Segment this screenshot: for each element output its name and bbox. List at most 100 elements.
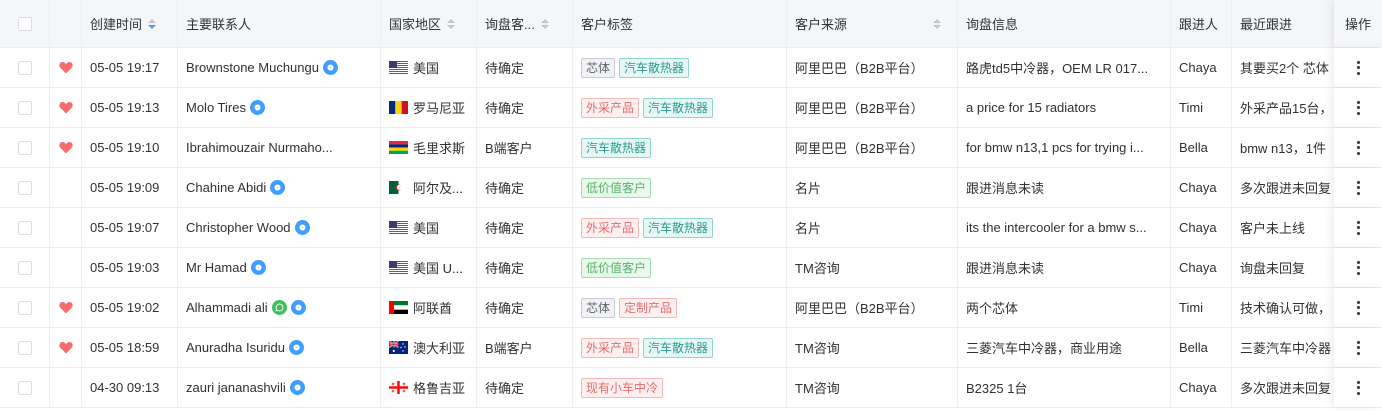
table-row[interactable]: 04-30 09:13 zauri jananashvili 格鲁吉亚 待确定 … xyxy=(0,368,1382,408)
row-favorite-cell[interactable] xyxy=(50,248,82,287)
contact-cell[interactable]: Mr Hamad xyxy=(178,248,381,287)
contact-name[interactable]: Christopher Wood xyxy=(186,220,291,235)
heart-icon[interactable] xyxy=(58,341,73,354)
messenger-icon[interactable] xyxy=(289,380,305,395)
row-checkbox[interactable] xyxy=(17,140,32,155)
heart-icon[interactable] xyxy=(58,141,73,154)
more-actions-icon[interactable] xyxy=(1356,380,1360,395)
whatsapp-icon[interactable] xyxy=(271,300,287,315)
select-all-checkbox[interactable] xyxy=(17,16,32,31)
heart-icon[interactable] xyxy=(58,61,73,74)
heart-icon[interactable] xyxy=(58,101,73,114)
header-country[interactable]: 国家地区 xyxy=(381,0,477,47)
customer-tag: 低价值客户 xyxy=(581,257,652,278)
row-checkbox[interactable] xyxy=(17,300,32,315)
row-select-cell xyxy=(0,48,50,87)
recent-followup: 技术确认可做， xyxy=(1240,301,1332,316)
contact-name[interactable]: Chahine Abidi xyxy=(186,180,266,195)
contact-name[interactable]: Ibrahimouzair Nurmaho... xyxy=(186,140,333,155)
more-actions-icon[interactable] xyxy=(1356,300,1360,315)
created-time: 05-05 18:59 xyxy=(82,328,178,367)
sort-icon[interactable] xyxy=(540,18,549,29)
row-favorite-cell[interactable] xyxy=(50,368,82,407)
more-actions-icon[interactable] xyxy=(1356,60,1360,75)
messenger-icon[interactable] xyxy=(289,340,305,355)
row-favorite-cell[interactable] xyxy=(50,48,82,87)
row-checkbox[interactable] xyxy=(17,100,32,115)
contact-name[interactable]: Brownstone Muchungu xyxy=(186,60,319,75)
contact-cell[interactable]: Alhammadi ali xyxy=(178,288,381,327)
row-actions-cell xyxy=(1334,128,1382,167)
inquiry-stage: 待确定 xyxy=(477,208,573,247)
more-actions-icon[interactable] xyxy=(1356,340,1360,355)
select-all-cell xyxy=(0,0,50,47)
created-time: 05-05 19:03 xyxy=(82,248,178,287)
row-select-cell xyxy=(0,128,50,167)
messenger-icon[interactable] xyxy=(294,220,310,235)
contact-cell[interactable]: zauri jananashvili xyxy=(178,368,381,407)
table-row[interactable]: 05-05 18:59 Anuradha Isuridu 澳大利亚 B端客户 外… xyxy=(0,328,1382,368)
row-checkbox[interactable] xyxy=(17,260,32,275)
table-row[interactable]: 05-05 19:13 Molo Tires 罗马尼亚 待确定 外采产品 汽车散热… xyxy=(0,88,1382,128)
row-checkbox[interactable] xyxy=(17,220,32,235)
recent-followup: 外采产品15台， xyxy=(1240,101,1333,116)
flag-us-icon xyxy=(389,61,408,74)
table-row[interactable]: 05-05 19:10 Ibrahimouzair Nurmaho... 毛里求… xyxy=(0,128,1382,168)
contact-cell[interactable]: Ibrahimouzair Nurmaho... xyxy=(178,128,381,167)
sort-icon[interactable] xyxy=(933,18,942,29)
row-select-cell xyxy=(0,288,50,327)
table-row[interactable]: 05-05 19:17 Brownstone Muchungu 美国 待确定 芯… xyxy=(0,48,1382,88)
row-checkbox[interactable] xyxy=(17,340,32,355)
more-actions-icon[interactable] xyxy=(1356,100,1360,115)
table-row[interactable]: 05-05 19:03 Mr Hamad 美国 U... 待确定 低价值客户 T… xyxy=(0,248,1382,288)
contact-name[interactable]: zauri jananashvili xyxy=(186,380,286,395)
more-actions-icon[interactable] xyxy=(1356,180,1360,195)
inquiry-info: 两个芯体 xyxy=(966,301,1019,316)
sort-icon[interactable] xyxy=(447,18,456,29)
row-actions-cell xyxy=(1334,208,1382,247)
inquiry-info: 跟进消息未读 xyxy=(966,181,1045,196)
contact-cell[interactable]: Christopher Wood xyxy=(178,208,381,247)
customer-source: 阿里巴巴（B2B平台） xyxy=(787,48,958,87)
row-favorite-cell[interactable] xyxy=(50,288,82,327)
contact-name[interactable]: Molo Tires xyxy=(186,100,246,115)
messenger-icon[interactable] xyxy=(250,260,266,275)
contact-name[interactable]: Alhammadi ali xyxy=(186,300,268,315)
messenger-icon[interactable] xyxy=(290,300,306,315)
row-favorite-cell[interactable] xyxy=(50,208,82,247)
header-stage[interactable]: 询盘客... xyxy=(477,0,573,47)
row-select-cell xyxy=(0,328,50,367)
row-checkbox[interactable] xyxy=(17,380,32,395)
row-checkbox[interactable] xyxy=(17,180,32,195)
header-contact-label: 主要联系人 xyxy=(186,17,252,32)
sort-icon[interactable] xyxy=(148,18,157,29)
more-actions-icon[interactable] xyxy=(1356,140,1360,155)
more-actions-icon[interactable] xyxy=(1356,260,1360,275)
messenger-icon[interactable] xyxy=(249,100,265,115)
row-favorite-cell[interactable] xyxy=(50,168,82,207)
country-name: 毛里求斯 xyxy=(413,141,466,156)
messenger-icon[interactable] xyxy=(270,180,286,195)
header-recent: 最近跟进 xyxy=(1232,0,1334,47)
row-actions-cell xyxy=(1334,328,1382,367)
row-checkbox[interactable] xyxy=(17,60,32,75)
header-source[interactable]: 客户来源 xyxy=(787,0,958,47)
heart-icon[interactable] xyxy=(58,301,73,314)
row-favorite-cell[interactable] xyxy=(50,328,82,367)
messenger-icon[interactable] xyxy=(322,60,338,75)
contact-cell[interactable]: Anuradha Isuridu xyxy=(178,328,381,367)
table-row[interactable]: 05-05 19:02 Alhammadi ali 阿联酋 待确定 芯体 定制产品… xyxy=(0,288,1382,328)
contact-cell[interactable]: Chahine Abidi xyxy=(178,168,381,207)
created-time: 05-05 19:17 xyxy=(82,48,178,87)
row-favorite-cell[interactable] xyxy=(50,88,82,127)
contact-cell[interactable]: Brownstone Muchungu xyxy=(178,48,381,87)
customer-tag: 汽车散热器 xyxy=(581,137,652,158)
more-actions-icon[interactable] xyxy=(1356,220,1360,235)
header-created-time[interactable]: 创建时间 xyxy=(82,0,178,47)
table-row[interactable]: 05-05 19:09 Chahine Abidi 阿尔及... 待确定 低价值… xyxy=(0,168,1382,208)
table-row[interactable]: 05-05 19:07 Christopher Wood 美国 待确定 外采产品… xyxy=(0,208,1382,248)
contact-cell[interactable]: Molo Tires xyxy=(178,88,381,127)
contact-name[interactable]: Anuradha Isuridu xyxy=(186,340,285,355)
row-favorite-cell[interactable] xyxy=(50,128,82,167)
contact-name[interactable]: Mr Hamad xyxy=(186,260,247,275)
